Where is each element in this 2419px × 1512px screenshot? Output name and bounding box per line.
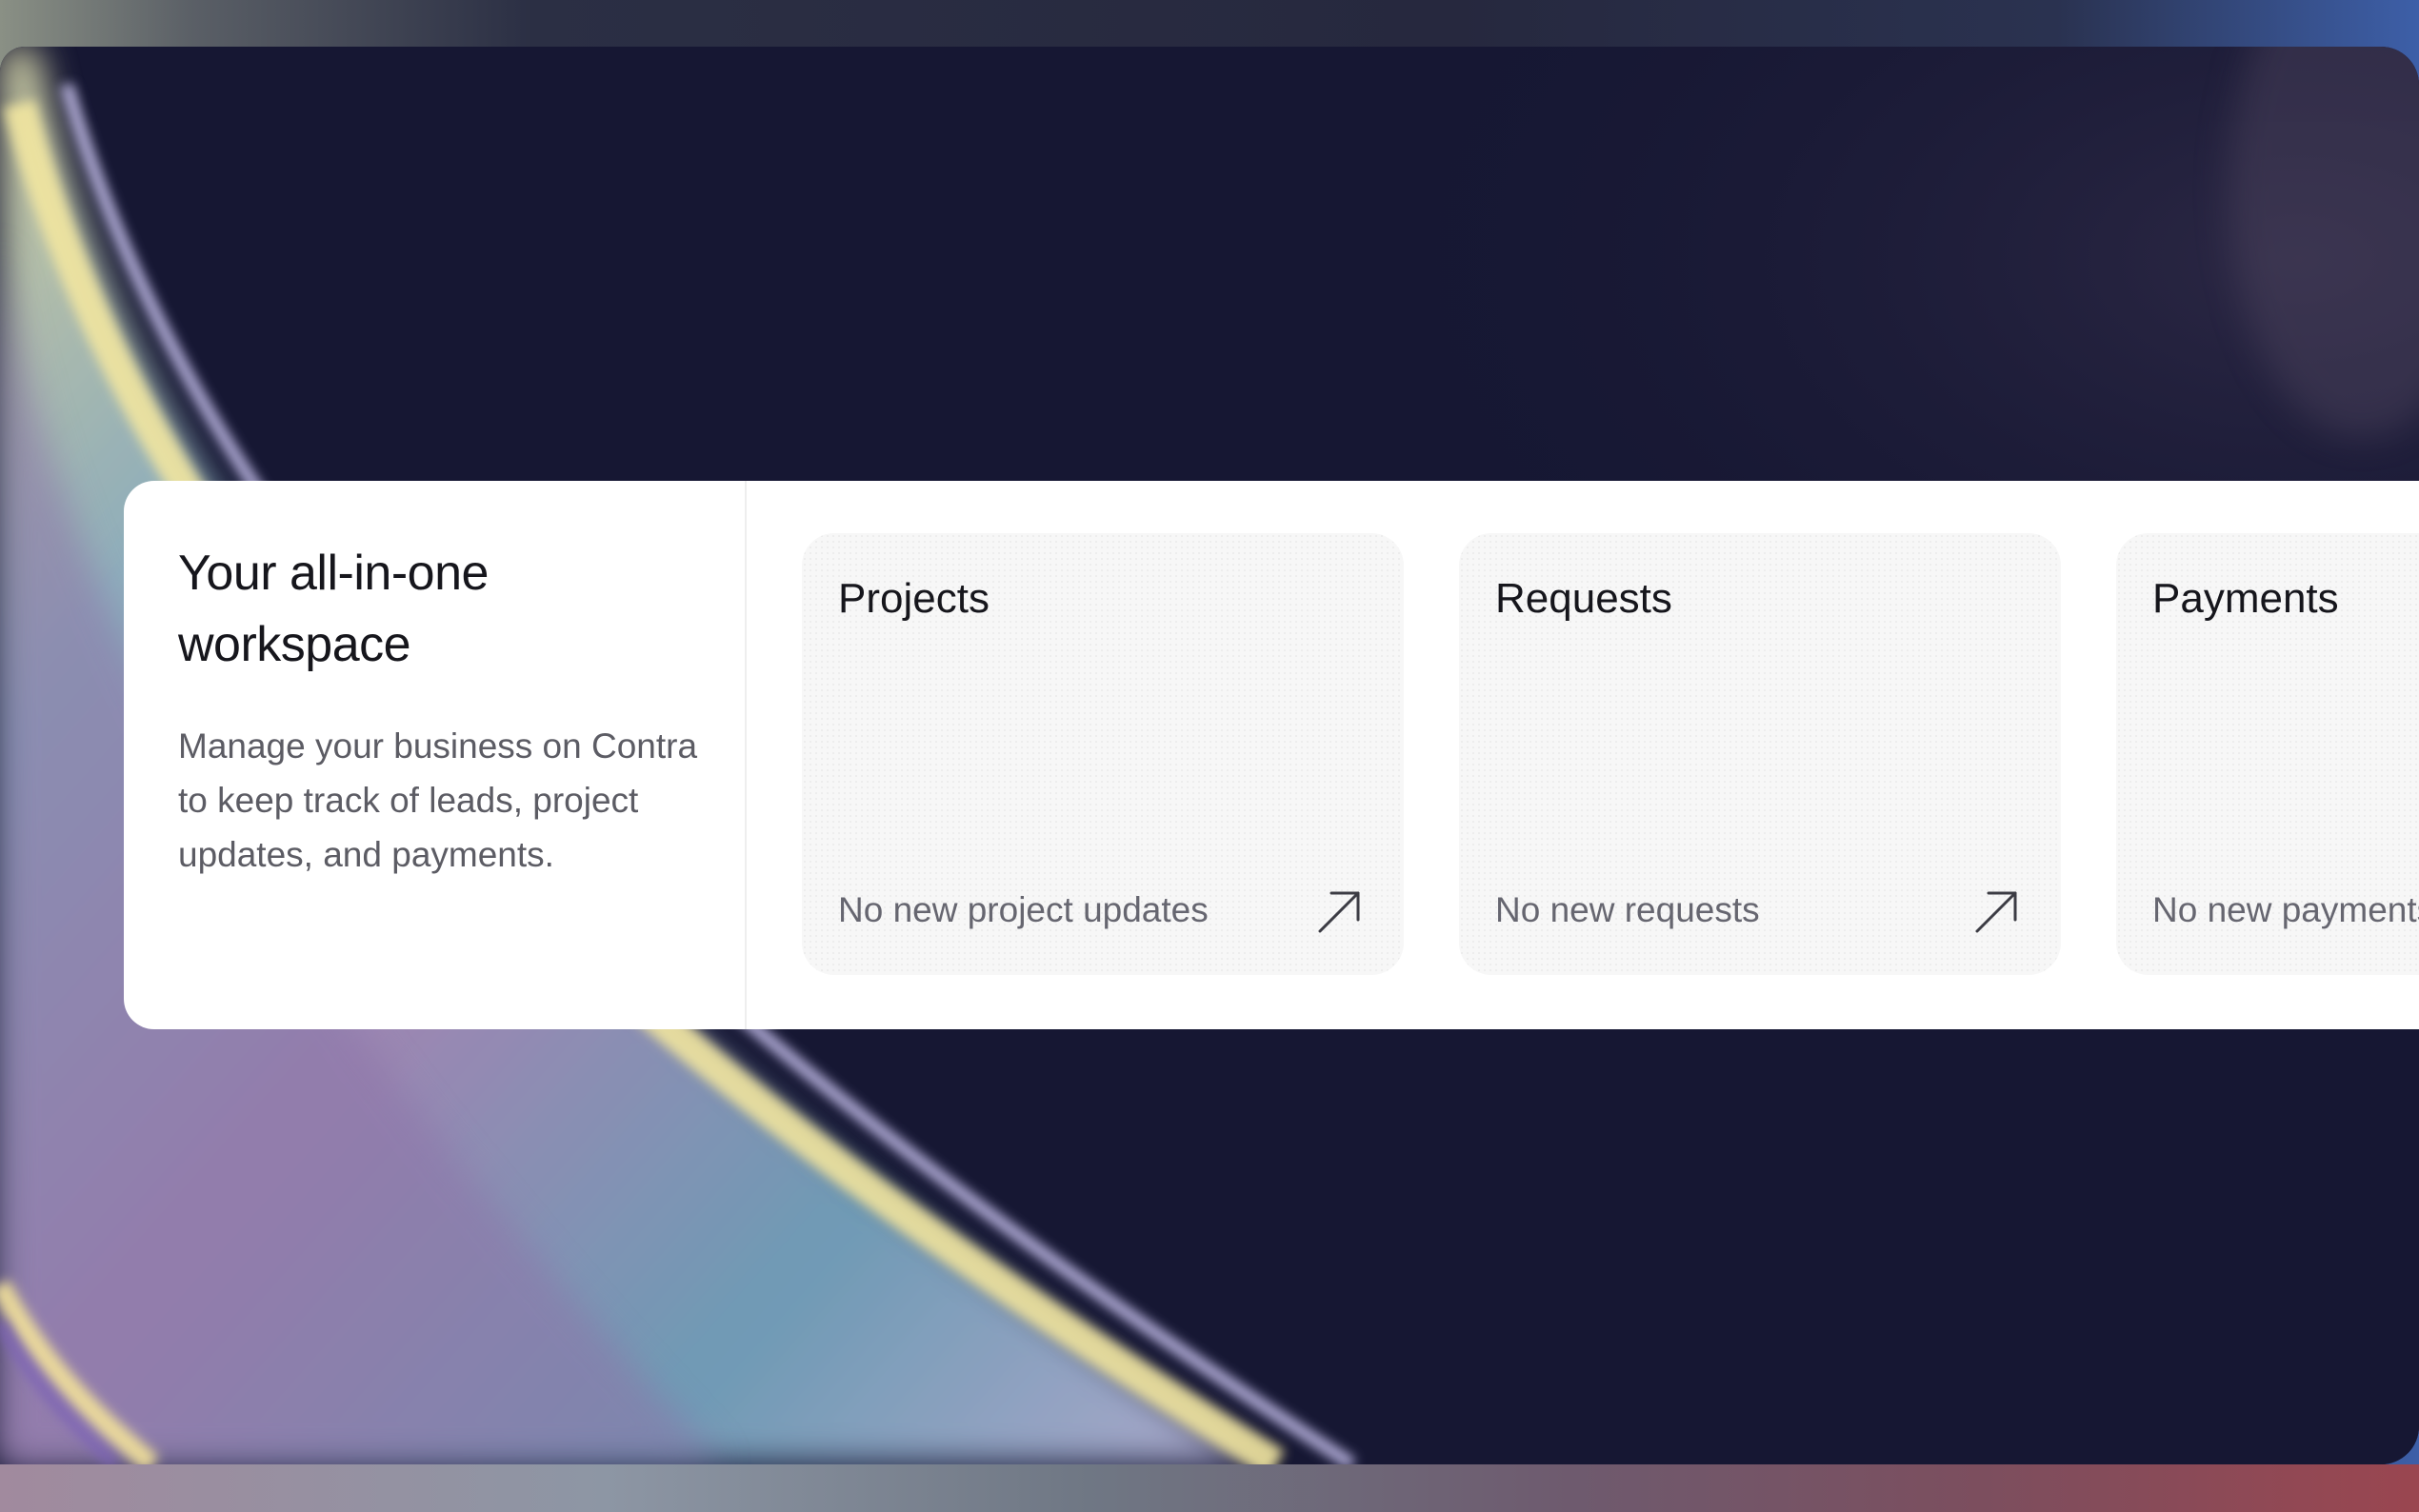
projects-card[interactable]: Projects No new project updates: [802, 533, 1404, 975]
card-status: No new project updates: [838, 890, 1209, 929]
hero-background: Your all-in-one workspace Manage your bu…: [0, 47, 2419, 1464]
requests-card[interactable]: Requests No new requests: [1459, 533, 2061, 975]
intro-description: Manage your business on Contra to keep t…: [178, 726, 698, 874]
card-title: Requests: [1495, 575, 1672, 622]
card-status: No new payments: [2152, 890, 2419, 929]
card-title: Payments: [2152, 575, 2339, 622]
card-status: No new requests: [1495, 890, 1760, 929]
arrow-up-right-icon[interactable]: [1973, 887, 2021, 935]
workspace-panel: Your all-in-one workspace Manage your bu…: [124, 481, 2419, 1029]
arrow-up-right-icon[interactable]: [1316, 887, 1364, 935]
bottom-gradient-band: [0, 1464, 2419, 1512]
screen: Your all-in-one workspace Manage your bu…: [0, 0, 2419, 1512]
intro-section: Your all-in-one workspace Manage your bu…: [124, 481, 747, 1029]
intro-title: Your all-in-one workspace: [178, 546, 489, 672]
payments-card[interactable]: Payments No new payments: [2116, 533, 2419, 975]
card-title: Projects: [838, 575, 990, 622]
